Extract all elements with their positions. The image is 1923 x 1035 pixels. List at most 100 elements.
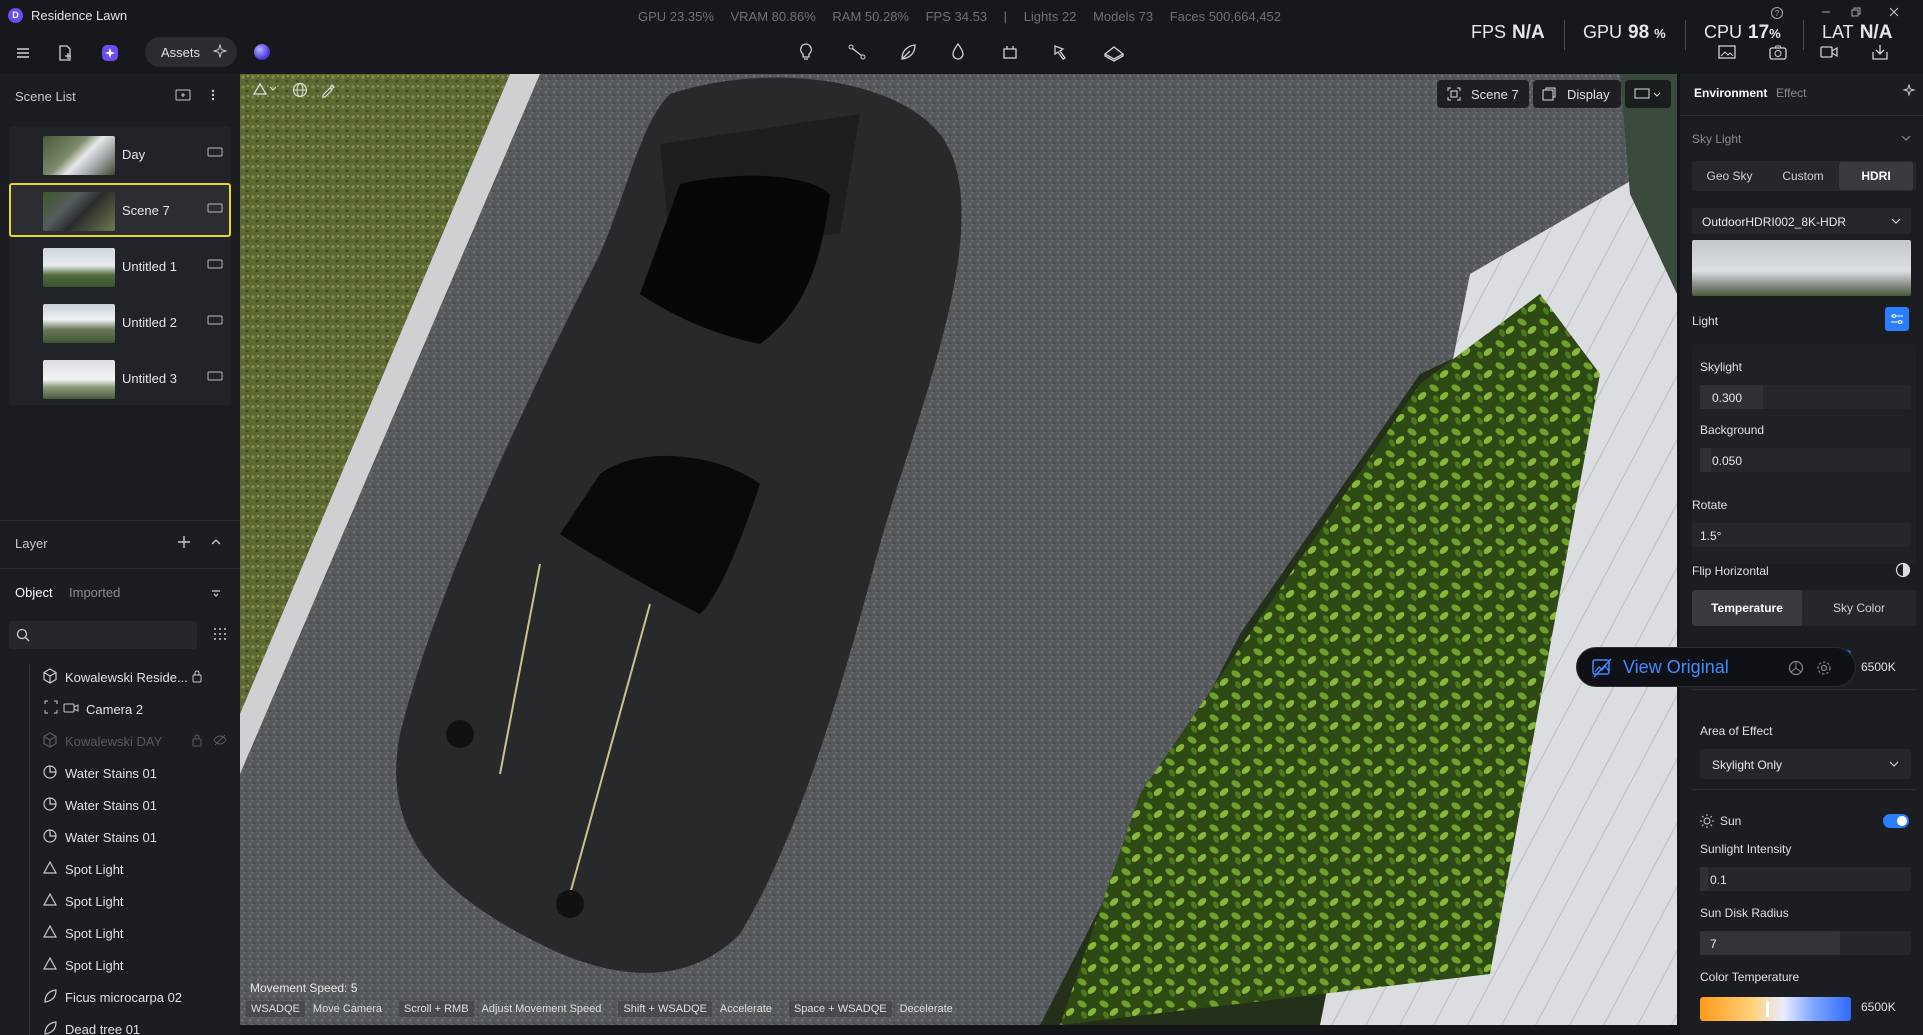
transform-tool-icon[interactable] xyxy=(998,40,1022,64)
rotate-field[interactable]: 1.5° xyxy=(1692,523,1911,547)
light-settings-button[interactable] xyxy=(1885,307,1909,331)
tab-environment[interactable]: Environment xyxy=(1694,86,1767,100)
layer-item-label: Spot Light xyxy=(65,926,124,941)
export-icon[interactable] xyxy=(1868,40,1892,64)
add-scene-icon[interactable] xyxy=(175,88,191,102)
right-panel: Environment Effect Sky Light Geo Sky Cus… xyxy=(1680,74,1923,1035)
sunlight-intensity-slider[interactable]: 0.1 xyxy=(1700,867,1911,891)
sky-mode-geo-sky[interactable]: Geo Sky xyxy=(1692,161,1767,191)
scene-name: Scene 7 xyxy=(122,203,170,218)
color-temperature-handle[interactable] xyxy=(1766,1001,1769,1017)
more-options-icon[interactable] xyxy=(210,88,216,102)
layer-item[interactable]: Kowalewski Reside... xyxy=(0,661,240,693)
hint-label: Adjust Movement Speed xyxy=(481,1003,602,1015)
half-circle-toggle-icon[interactable] xyxy=(1895,562,1911,578)
display-chip-label: Display xyxy=(1567,87,1610,102)
ai-assistant-icon[interactable] xyxy=(98,41,122,65)
tab-temperature[interactable]: Temperature xyxy=(1692,590,1802,626)
scene-camera-icon[interactable] xyxy=(207,370,223,384)
video-record-icon[interactable] xyxy=(1817,40,1841,64)
hint-key: WSADQE xyxy=(246,1001,305,1017)
scene-camera-icon[interactable] xyxy=(207,314,223,328)
background-slider[interactable]: 0.050 xyxy=(1700,448,1911,472)
layer-item[interactable]: Spot Light xyxy=(0,853,240,885)
color-wheel-icon[interactable] xyxy=(1788,660,1804,676)
terrain-tool-icon[interactable] xyxy=(1102,40,1126,64)
layer-item[interactable]: Spot Light xyxy=(0,949,240,981)
collapse-icon[interactable] xyxy=(210,537,222,547)
cube-icon xyxy=(42,732,60,750)
layer-item[interactable]: Spot Light xyxy=(0,885,240,917)
skylight-slider[interactable]: 0.300 xyxy=(1700,385,1911,409)
light-bulb-icon[interactable] xyxy=(794,40,818,64)
transform-gizmo-icon[interactable] xyxy=(250,80,280,98)
layer-item[interactable]: Water Stains 01 xyxy=(0,757,240,789)
sky-mode-hdri[interactable]: HDRI xyxy=(1839,162,1913,190)
layer-item-label: Dead tree 01 xyxy=(65,1022,141,1035)
layer-item[interactable]: Spot Light xyxy=(0,917,240,949)
layer-item[interactable]: Dead tree 01 xyxy=(0,1013,240,1035)
grid-view-icon[interactable] xyxy=(213,627,227,641)
eyedropper-icon[interactable] xyxy=(320,82,336,98)
tab-sky-color[interactable]: Sky Color xyxy=(1802,590,1916,626)
chevron-down-icon[interactable] xyxy=(1901,134,1911,142)
area-of-effect-select[interactable]: Skylight Only xyxy=(1700,749,1911,779)
layer-item[interactable]: Water Stains 01 xyxy=(0,821,240,853)
scene-item[interactable]: Day xyxy=(9,127,231,181)
assets-label: Assets xyxy=(161,45,201,60)
scene-chip[interactable]: Scene 7 xyxy=(1437,80,1529,108)
display-chip[interactable]: Display xyxy=(1533,80,1621,108)
sun-toggle[interactable] xyxy=(1883,814,1909,828)
stat-separator: | xyxy=(1003,9,1008,24)
perf-divider xyxy=(1803,20,1804,50)
sun-disk-radius-slider[interactable]: 7 xyxy=(1700,931,1911,955)
color-temperature-slider[interactable] xyxy=(1700,997,1851,1021)
magic-wand-icon[interactable] xyxy=(1901,84,1917,100)
plant-tool-icon[interactable] xyxy=(896,40,920,64)
tab-effect[interactable]: Effect xyxy=(1776,86,1806,100)
image-compare-icon xyxy=(1591,657,1613,679)
layer-title: Layer xyxy=(15,536,48,551)
scene-item[interactable]: Untitled 2 xyxy=(9,295,231,349)
scene-camera-icon[interactable] xyxy=(207,146,223,160)
sky-mode-custom[interactable]: Custom xyxy=(1767,161,1839,191)
scene-item[interactable]: Untitled 1 xyxy=(9,239,231,293)
path-tool-icon[interactable] xyxy=(845,40,869,64)
render-viewport[interactable]: Scene 7 Display Movement Speed: 5 WSADQE… xyxy=(240,74,1677,1025)
add-layer-icon[interactable] xyxy=(177,535,191,549)
menu-icon[interactable] xyxy=(11,41,35,65)
camera-capture-icon[interactable] xyxy=(1766,40,1790,64)
divider xyxy=(1692,789,1916,790)
view-options-chip[interactable] xyxy=(1625,80,1671,108)
cube-icon xyxy=(42,668,60,686)
scene-camera-icon[interactable] xyxy=(207,202,223,216)
filter-icon[interactable] xyxy=(210,588,222,598)
scene-item[interactable]: Scene 7 xyxy=(9,183,231,237)
layer-item[interactable]: Ficus microcarpa 02 xyxy=(0,981,240,1013)
decal-icon xyxy=(42,764,60,782)
screenshot-icon[interactable] xyxy=(1715,40,1739,64)
layer-item[interactable]: Kowalewski DAY xyxy=(0,725,240,757)
layer-item[interactable]: Water Stains 01 xyxy=(0,789,240,821)
assets-button[interactable]: Assets xyxy=(145,37,237,67)
tab-object[interactable]: Object xyxy=(15,585,53,600)
hdri-select[interactable]: OutdoorHDRI002_8K-HDR xyxy=(1692,208,1911,234)
hidden-eye-icon[interactable] xyxy=(213,734,227,746)
paint-select-icon[interactable] xyxy=(1050,40,1074,64)
material-orb-icon[interactable] xyxy=(254,44,270,60)
lock-icon[interactable] xyxy=(191,733,203,747)
layer-search-input[interactable] xyxy=(9,621,197,649)
view-original-label: View Original xyxy=(1623,657,1729,677)
tab-imported[interactable]: Imported xyxy=(69,585,120,600)
new-file-icon[interactable] xyxy=(53,41,77,65)
layer-item[interactable]: Camera 2 xyxy=(0,693,240,725)
scene-item[interactable]: Untitled 3 xyxy=(9,351,231,405)
globe-icon[interactable] xyxy=(292,82,308,98)
area-of-effect-label: Area of Effect xyxy=(1700,724,1773,738)
water-drop-icon[interactable] xyxy=(946,40,970,64)
scene-camera-icon[interactable] xyxy=(207,258,223,272)
lock-icon[interactable] xyxy=(191,669,203,683)
settings-gear-icon[interactable] xyxy=(1816,660,1832,676)
view-original-pill[interactable]: View Original xyxy=(1576,647,1856,687)
perf-gpu-label: GPU xyxy=(1583,22,1623,42)
